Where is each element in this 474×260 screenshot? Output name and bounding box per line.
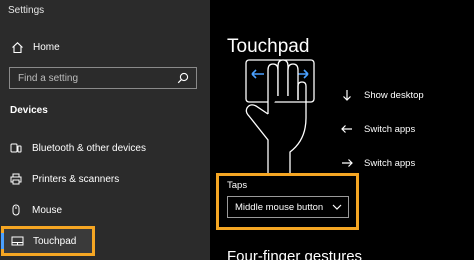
search-box[interactable]	[9, 67, 197, 89]
app-title: Settings	[8, 5, 45, 16]
arrow-left-icon	[340, 122, 354, 136]
main-content: Touchpad Show desktop Switch apps Switch…	[210, 0, 474, 260]
nav-home-label: Home	[33, 41, 60, 53]
taps-dropdown-value: Middle mouse button	[235, 201, 324, 213]
sidebar-item-label: Touchpad	[33, 235, 77, 247]
taps-setting: Taps Middle mouse button	[216, 173, 359, 230]
sidebar-section-title: Devices	[10, 105, 48, 116]
selection-accent	[1, 233, 4, 249]
sidebar-item-label: Printers & scanners	[32, 173, 120, 185]
sidebar-item-label: Mouse	[32, 204, 63, 216]
gesture-row-down: Show desktop	[340, 86, 424, 104]
chevron-down-icon	[332, 202, 342, 212]
three-finger-swipe-illustration	[245, 59, 315, 174]
sidebar-item-printers[interactable]: Printers & scanners	[0, 168, 210, 190]
taps-dropdown[interactable]: Middle mouse button	[227, 196, 349, 218]
gesture-row-clipped	[340, 48, 450, 58]
section-heading: Four-finger gestures	[227, 248, 363, 260]
gesture-row-left: Switch apps	[340, 120, 415, 138]
search-input[interactable]	[18, 72, 176, 84]
home-icon	[10, 40, 24, 54]
nav-home[interactable]: Home	[0, 36, 210, 58]
arrow-right-icon	[340, 156, 354, 170]
taps-label: Taps	[227, 180, 248, 191]
bluetooth-icon	[9, 141, 23, 155]
sidebar-item-mouse[interactable]: Mouse	[0, 199, 210, 221]
sidebar-item-touchpad[interactable]: Touchpad	[1, 226, 95, 256]
gesture-label: Switch apps	[364, 157, 416, 169]
touchpad-icon	[10, 234, 24, 248]
gesture-label: Show desktop	[364, 89, 424, 101]
search-icon[interactable]	[176, 71, 190, 85]
mouse-icon	[9, 203, 23, 217]
sidebar-item-bluetooth[interactable]: Bluetooth & other devices	[0, 137, 210, 159]
page-title: Touchpad	[227, 36, 310, 57]
gesture-row-right: Switch apps	[340, 154, 415, 172]
arrow-down-icon	[340, 88, 354, 102]
printer-icon	[9, 172, 23, 186]
gesture-label: Switch apps	[364, 123, 416, 135]
sidebar: Settings Home Devices Bluetooth & other …	[0, 0, 210, 260]
sidebar-item-label: Bluetooth & other devices	[32, 142, 146, 154]
